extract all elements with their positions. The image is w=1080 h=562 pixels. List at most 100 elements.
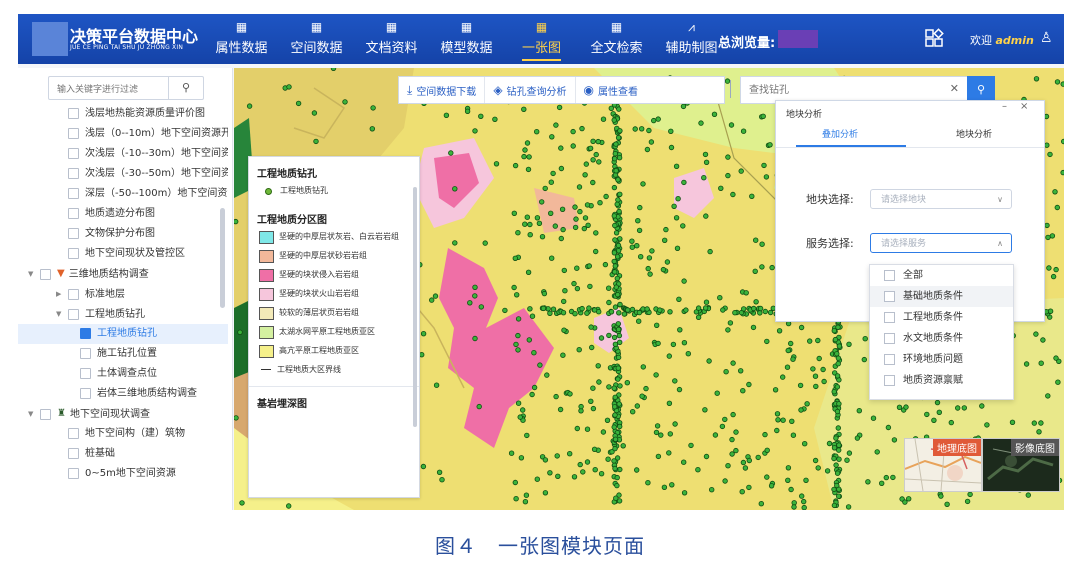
borehole-marker[interactable] <box>803 477 809 483</box>
borehole-marker[interactable] <box>591 307 598 313</box>
borehole-marker[interactable] <box>590 157 596 163</box>
block-select[interactable]: 请选择地块 ∨ <box>870 189 1012 209</box>
borehole-marker[interactable] <box>653 372 659 378</box>
borehole-marker[interactable] <box>593 248 599 255</box>
checkbox[interactable] <box>68 127 79 139</box>
drill-query-button[interactable]: ◈ 钻孔查询分析 <box>485 77 576 103</box>
borehole-marker[interactable] <box>769 264 775 271</box>
basemap-image[interactable]: 影像底图 <box>982 438 1060 492</box>
borehole-marker[interactable] <box>576 184 583 190</box>
borehole-marker[interactable] <box>428 297 435 303</box>
borehole-marker[interactable] <box>603 193 609 200</box>
checkbox[interactable] <box>68 447 79 459</box>
borehole-marker[interactable] <box>844 457 850 463</box>
nav-attribute-data[interactable]: ▦ 属性数据 <box>204 14 279 64</box>
borehole-marker[interactable] <box>515 316 522 322</box>
borehole-marker[interactable] <box>776 328 783 334</box>
borehole-marker[interactable] <box>680 103 687 110</box>
borehole-marker[interactable] <box>579 125 585 132</box>
borehole-marker[interactable] <box>246 103 253 109</box>
tab-block-analysis[interactable]: 地块分析 <box>956 127 992 140</box>
borehole-marker[interactable] <box>664 259 671 265</box>
borehole-marker[interactable] <box>711 111 718 117</box>
borehole-marker[interactable] <box>613 141 619 147</box>
borehole-marker[interactable] <box>560 226 566 233</box>
borehole-marker[interactable] <box>698 120 704 126</box>
borehole-marker[interactable] <box>646 255 653 261</box>
borehole-marker[interactable] <box>590 179 596 186</box>
borehole-marker[interactable] <box>833 435 839 441</box>
caret-down-icon[interactable]: ▼ <box>56 304 66 324</box>
borehole-marker[interactable] <box>753 299 759 305</box>
borehole-marker[interactable] <box>526 154 532 160</box>
borehole-marker[interactable] <box>666 353 672 359</box>
borehole-marker[interactable] <box>820 366 826 373</box>
borehole-marker[interactable] <box>617 339 623 345</box>
borehole-marker[interactable] <box>725 172 731 179</box>
borehole-marker[interactable] <box>420 331 427 337</box>
borehole-marker[interactable] <box>936 409 942 415</box>
borehole-marker[interactable] <box>644 306 650 312</box>
borehole-marker[interactable] <box>592 467 598 473</box>
borehole-marker[interactable] <box>515 229 521 236</box>
service-option[interactable]: 地质资源禀赋 <box>870 370 1013 391</box>
borehole-marker[interactable] <box>286 84 292 90</box>
tree-item[interactable]: 地下空间现状及管控区 <box>18 244 228 264</box>
borehole-marker[interactable] <box>617 191 623 197</box>
borehole-marker[interactable] <box>835 324 841 330</box>
borehole-marker[interactable] <box>658 432 664 438</box>
borehole-marker[interactable] <box>833 462 839 468</box>
borehole-marker[interactable] <box>789 418 795 424</box>
borehole-marker[interactable] <box>472 335 478 342</box>
borehole-marker[interactable] <box>752 268 758 274</box>
borehole-marker[interactable] <box>608 309 615 315</box>
borehole-marker[interactable] <box>655 116 661 122</box>
borehole-marker[interactable] <box>572 224 579 231</box>
borehole-marker[interactable] <box>722 416 728 423</box>
checkbox[interactable] <box>68 227 79 239</box>
borehole-marker[interactable] <box>554 453 560 459</box>
borehole-marker[interactable] <box>624 380 630 386</box>
borehole-marker[interactable] <box>549 255 555 261</box>
borehole-marker[interactable] <box>772 387 779 393</box>
borehole-marker[interactable] <box>764 474 770 480</box>
borehole-marker[interactable] <box>595 138 601 145</box>
borehole-marker[interactable] <box>578 403 584 410</box>
borehole-marker[interactable] <box>934 399 941 406</box>
borehole-marker[interactable] <box>574 265 580 271</box>
borehole-marker[interactable] <box>606 285 612 291</box>
borehole-marker[interactable] <box>834 384 841 390</box>
borehole-marker[interactable] <box>616 401 622 407</box>
close-icon[interactable]: × <box>1020 101 1028 112</box>
borehole-marker[interactable] <box>602 261 609 268</box>
borehole-marker[interactable] <box>556 104 563 111</box>
borehole-marker[interactable] <box>648 139 655 145</box>
borehole-marker[interactable] <box>524 432 530 439</box>
borehole-marker[interactable] <box>774 411 781 417</box>
borehole-marker[interactable] <box>583 161 589 167</box>
borehole-marker[interactable] <box>639 126 645 132</box>
borehole-marker[interactable] <box>571 280 577 287</box>
borehole-marker[interactable] <box>571 474 578 480</box>
borehole-marker[interactable] <box>612 412 618 418</box>
borehole-marker[interactable] <box>649 248 655 254</box>
borehole-marker[interactable] <box>615 197 621 203</box>
borehole-marker[interactable] <box>604 417 611 423</box>
borehole-marker[interactable] <box>636 309 643 316</box>
borehole-marker[interactable] <box>572 204 578 210</box>
borehole-marker[interactable] <box>812 457 819 464</box>
borehole-marker[interactable] <box>452 186 458 192</box>
borehole-marker[interactable] <box>702 151 709 158</box>
borehole-marker[interactable] <box>525 269 532 275</box>
borehole-marker[interactable] <box>611 213 617 219</box>
borehole-marker[interactable] <box>785 347 791 354</box>
borehole-marker[interactable] <box>890 474 896 481</box>
borehole-marker[interactable] <box>560 309 567 316</box>
borehole-marker[interactable] <box>517 414 523 420</box>
borehole-marker[interactable] <box>702 305 709 311</box>
service-option[interactable]: 工程地质条件 <box>870 307 1013 328</box>
borehole-marker[interactable] <box>525 166 532 173</box>
borehole-marker[interactable] <box>703 213 709 219</box>
borehole-marker[interactable] <box>549 134 555 140</box>
borehole-marker[interactable] <box>534 476 540 482</box>
